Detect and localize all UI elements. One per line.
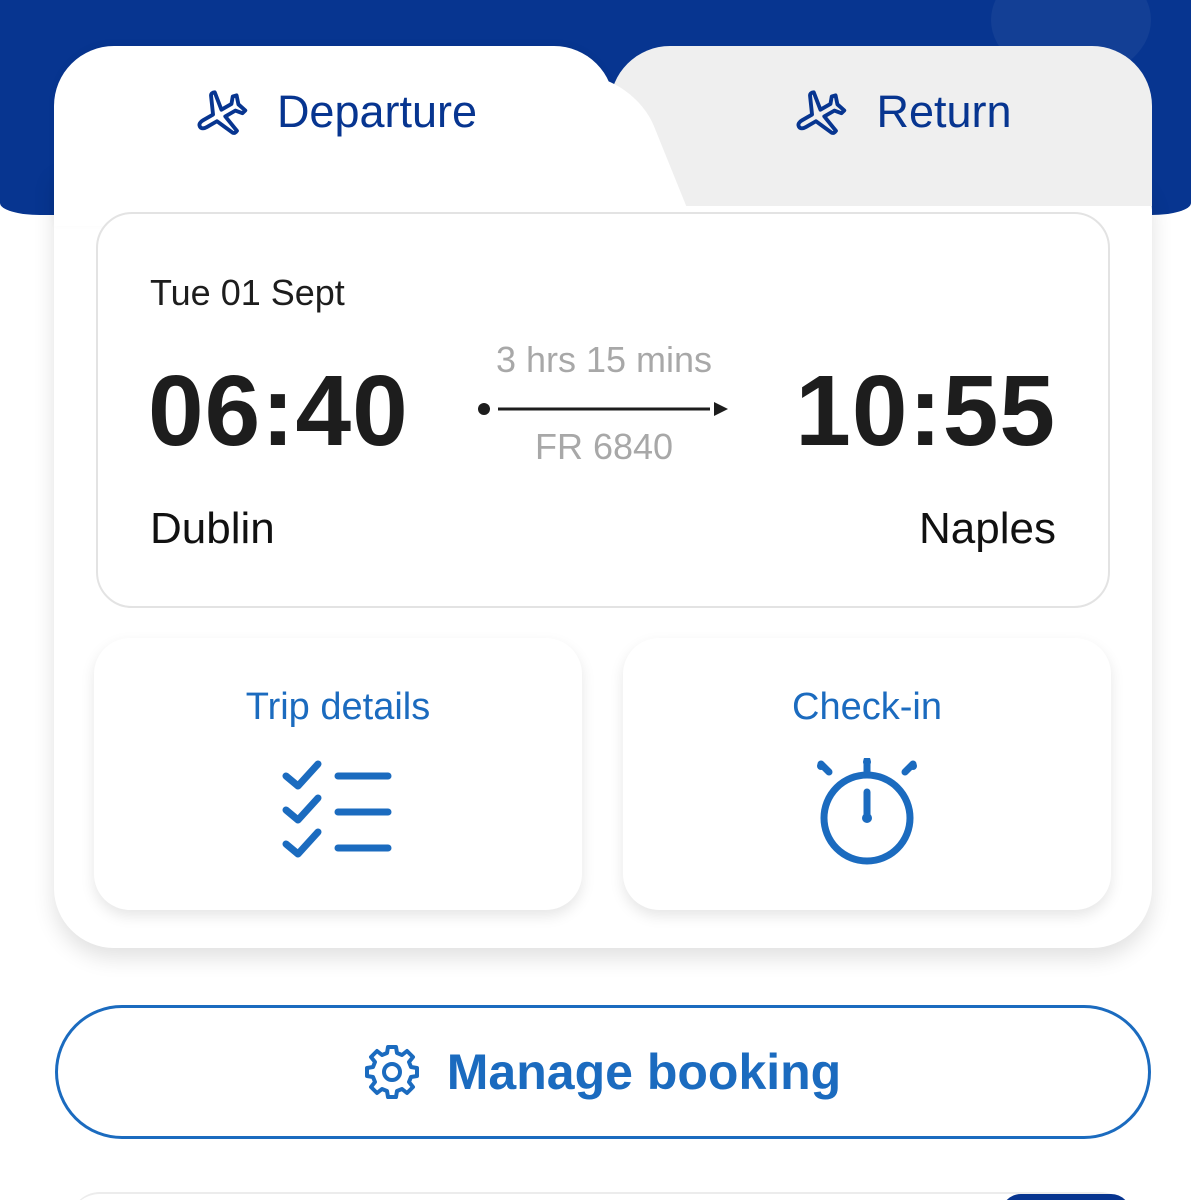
checklist-icon [282, 760, 392, 858]
flight-date: Tue 01 Sept [150, 272, 345, 313]
next-card-button-edge [1001, 1194, 1131, 1200]
arrival-time: 10:55 [795, 355, 1056, 467]
destination-city: Naples [919, 504, 1056, 553]
trip-details-button[interactable]: Trip details [94, 638, 582, 910]
route-arrow-icon [478, 402, 728, 416]
check-in-label: Check-in [792, 686, 942, 728]
check-in-button[interactable]: Check-in [623, 638, 1111, 910]
gear-icon [364, 1045, 419, 1099]
booking-screen: Return Departure Tue 01 Sept 06:40 3 hrs… [0, 0, 1191, 1200]
tab-return[interactable]: Return [610, 46, 1152, 206]
flight-summary[interactable]: Tue 01 Sept 06:40 3 hrs 15 mins FR 6840 … [96, 212, 1110, 608]
departure-time: 06:40 [148, 355, 409, 467]
manage-booking-button[interactable]: Manage booking [55, 1005, 1151, 1139]
trip-details-label: Trip details [245, 686, 431, 728]
origin-city: Dublin [150, 504, 275, 553]
next-card-edge [70, 1192, 1130, 1200]
plane-icon [191, 86, 249, 144]
tab-departure-label: Departure [276, 86, 478, 137]
tab-departure[interactable]: Departure [54, 46, 614, 226]
plane-icon [790, 86, 848, 144]
stopwatch-icon [817, 758, 917, 865]
tab-return-label: Return [876, 86, 1012, 137]
manage-booking-label: Manage booking [446, 1044, 842, 1100]
flight-duration: 3 hrs 15 mins [495, 339, 713, 380]
flight-number: FR 6840 [534, 426, 674, 467]
